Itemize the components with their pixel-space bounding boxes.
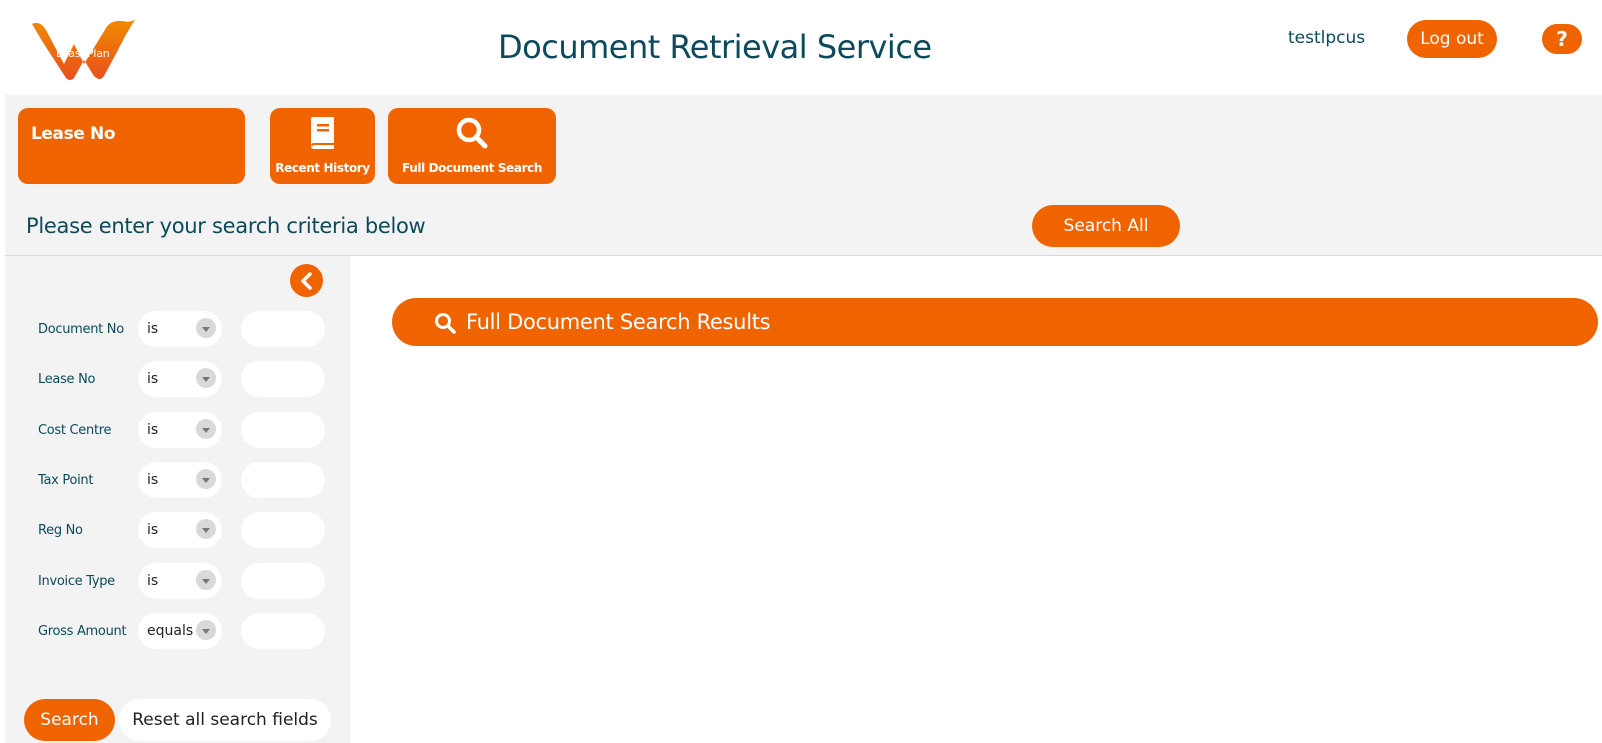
filter-label: Gross Amount	[38, 624, 127, 639]
filter-row-document-no: Document No is	[0, 311, 345, 347]
page-title: Document Retrieval Service	[498, 28, 932, 66]
help-button[interactable]: ?	[1542, 24, 1582, 54]
lease-no-tile[interactable]: Lease No	[18, 108, 245, 184]
results-title: Full Document Search Results	[466, 310, 771, 334]
caret-down-icon[interactable]	[196, 368, 216, 388]
logo-text: LeasePlan	[56, 47, 110, 60]
caret-down-icon[interactable]	[196, 469, 216, 489]
operator-value: is	[147, 472, 159, 488]
filter-row-tax-point: Tax Point is	[0, 462, 345, 498]
operator-select[interactable]: is	[138, 462, 222, 498]
full-document-search-label: Full Document Search	[402, 161, 542, 175]
operator-select[interactable]: is	[138, 563, 222, 599]
book-icon	[308, 116, 338, 154]
filter-label: Reg No	[38, 523, 83, 538]
filter-value-input[interactable]	[241, 512, 325, 548]
filter-label: Tax Point	[38, 473, 94, 488]
full-document-search-button[interactable]: Full Document Search	[388, 108, 556, 184]
operator-select[interactable]: is	[138, 311, 222, 347]
caret-down-icon[interactable]	[196, 519, 216, 539]
leaseplan-logo[interactable]: LeasePlan	[30, 20, 140, 82]
filter-row-invoice-type: Invoice Type is	[0, 563, 345, 599]
caret-down-icon[interactable]	[196, 419, 216, 439]
operator-value: is	[147, 371, 159, 387]
search-icon	[455, 116, 489, 154]
reset-search-fields-button[interactable]: Reset all search fields	[119, 699, 331, 741]
username-label: testlpcus	[1288, 28, 1366, 48]
search-icon	[434, 312, 456, 338]
results-header: Full Document Search Results	[392, 298, 1598, 346]
filter-label: Document No	[38, 322, 124, 337]
operator-select[interactable]: is	[138, 412, 222, 448]
caret-down-icon[interactable]	[196, 570, 216, 590]
app-header: LeasePlan Document Retrieval Service tes…	[0, 0, 1602, 95]
filter-label: Cost Centre	[38, 423, 112, 438]
recent-history-label: Recent History	[275, 161, 370, 175]
filter-label: Invoice Type	[38, 574, 115, 589]
operator-value: equals	[147, 623, 194, 639]
operator-value: is	[147, 422, 159, 438]
filter-row-cost-centre: Cost Centre is	[0, 412, 345, 448]
caret-down-icon[interactable]	[196, 620, 216, 640]
filter-value-input[interactable]	[241, 613, 325, 649]
filter-value-input[interactable]	[241, 412, 325, 448]
filter-row-lease-no: Lease No is	[0, 361, 345, 397]
filter-value-input[interactable]	[241, 462, 325, 498]
filter-value-input[interactable]	[241, 563, 325, 599]
collapse-sidebar-button[interactable]	[290, 264, 323, 297]
operator-select[interactable]: is	[138, 361, 222, 397]
lease-no-tile-label: Lease No	[31, 124, 116, 144]
recent-history-button[interactable]: Recent History	[270, 108, 375, 184]
search-instructions: Please enter your search criteria below	[26, 214, 426, 238]
search-button[interactable]: Search	[24, 699, 115, 741]
filter-row-gross-amount: Gross Amount equals	[0, 613, 345, 649]
operator-value: is	[147, 321, 159, 337]
operator-value: is	[147, 573, 159, 589]
filter-value-input[interactable]	[241, 311, 325, 347]
logout-button[interactable]: Log out	[1407, 20, 1497, 58]
chevron-left-icon	[300, 271, 312, 290]
operator-value: is	[147, 522, 159, 538]
operator-select[interactable]: is	[138, 512, 222, 548]
filter-value-input[interactable]	[241, 361, 325, 397]
filter-label: Lease No	[38, 372, 96, 387]
operator-select[interactable]: equals	[138, 613, 222, 649]
caret-down-icon[interactable]	[196, 318, 216, 338]
filter-row-reg-no: Reg No is	[0, 512, 345, 548]
search-all-button[interactable]: Search All	[1032, 205, 1180, 247]
